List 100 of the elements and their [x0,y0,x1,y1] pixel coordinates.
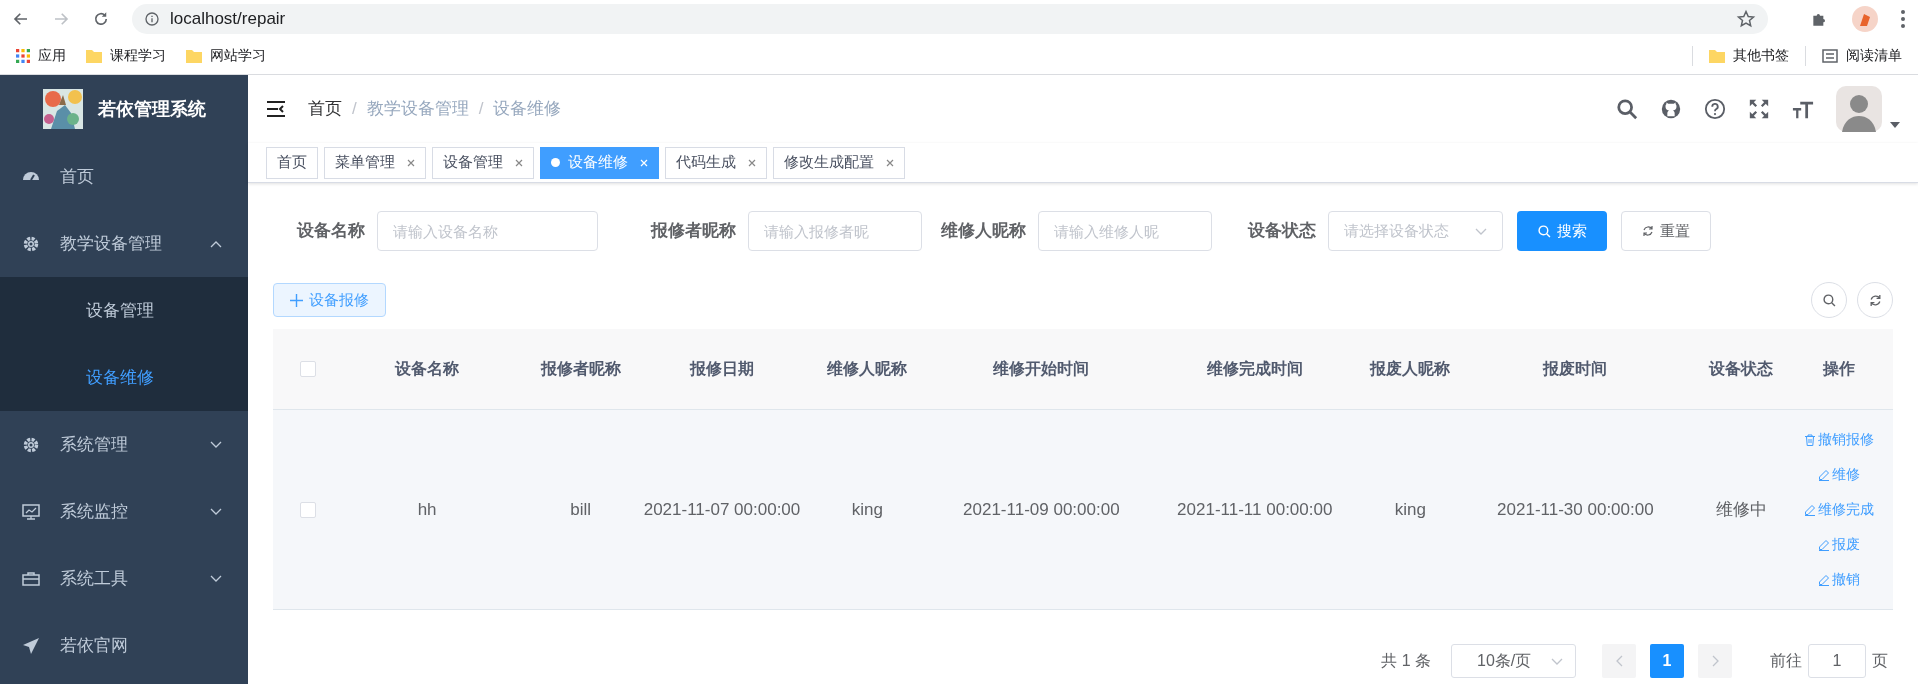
breadcrumb-item: 设备维修 [493,98,562,121]
sidebar-item[interactable]: 教学设备管理 [0,210,248,277]
tab[interactable]: 菜单管理 [324,146,426,179]
table-cell-text: 2021-11-11 00:00:00 [1177,498,1333,521]
folder-icon [186,48,202,63]
breadcrumb-item: 教学设备管理 [366,98,469,121]
table-cell-text: 2021-11-30 00:00:00 [1497,498,1654,521]
sidebar-item[interactable]: 系统管理 [0,411,248,478]
input-field[interactable]: 请输入维修人昵 [1038,211,1212,251]
tab[interactable]: 设备管理 [432,146,534,179]
bookmark[interactable]: 应用 [16,45,66,66]
plus-icon [290,293,303,307]
fullscreen-icon[interactable] [1748,98,1770,120]
folder-icon [1709,48,1725,63]
column-header: 维修开始时间 [993,359,1090,379]
toolbox-icon [22,569,40,588]
column-header: 维修完成时间 [1206,359,1303,379]
table-cell-text: 2021-11-07 00:00:00 [643,498,801,521]
star-icon[interactable] [1736,8,1756,29]
column-header: 设备状态 [1709,359,1774,379]
chevron-left-icon [1615,655,1623,667]
table-cell-text: king [851,498,883,521]
close-icon [748,158,756,167]
chevron-icon [210,440,222,449]
chevron-right-icon [1711,655,1719,667]
breadcrumb-item[interactable]: 首页 [308,96,342,122]
close-icon [407,158,415,167]
page-input[interactable]: 1 [1808,644,1866,678]
refresh-icon [1868,293,1882,307]
chevron-icon [1551,657,1563,665]
column-header: 操作 [1823,359,1856,379]
menu-icon[interactable] [266,101,286,117]
tab[interactable]: 修改生成配置 [773,146,905,179]
field-label: 维修人昵称 [940,220,1027,243]
bookmark[interactable]: 网站学习 [186,45,266,66]
reading-list-icon [1822,48,1838,63]
sidebar-item[interactable]: 首页 [0,143,248,210]
table-cell-text: 2021-11-09 00:00:00 [963,498,1120,521]
field-label: 设备状态 [1246,220,1317,243]
column-header: 报修日期 [689,359,754,379]
sidebar-item[interactable]: 设备维修 [0,344,248,411]
sidebar-item[interactable]: 设备管理 [0,277,248,344]
tab[interactable]: 代码生成 [665,146,767,179]
user-avatar[interactable] [1836,86,1882,132]
info-icon [144,10,160,27]
input-field[interactable]: 请输入报修者昵 [748,211,922,251]
column-header: 维修人昵称 [827,359,907,379]
checkbox[interactable] [299,361,316,377]
tab[interactable]: 首页 [266,146,318,179]
column-header: 设备名称 [395,359,460,379]
page-size-select[interactable]: 10条/页 [1451,644,1576,678]
sidebar-item[interactable]: 若依官网 [0,612,248,679]
table-cell-text: hh [417,498,437,521]
bookmark[interactable]: 课程学习 [86,45,166,66]
search-icon[interactable] [1616,98,1638,120]
column-header: 报废人昵称 [1370,359,1451,379]
menu-icon[interactable] [1900,8,1906,29]
monitor-icon [22,502,40,521]
total-count: 共 1 条 [1381,651,1431,671]
table-cell-text: 维修中 [1715,498,1767,521]
chevron-icon [210,574,222,583]
gear-icon [22,435,40,454]
folder-icon [86,48,102,63]
pencil-icon [1804,503,1817,516]
sidebar-item[interactable]: 系统工具 [0,545,248,612]
bookmark[interactable]: 其他书签 [1709,45,1789,66]
column-header: 报废时间 [1543,359,1608,379]
pencil-icon [1818,573,1831,586]
column-header: 报修者昵称 [540,359,621,379]
close-icon [640,158,648,167]
help-icon[interactable] [1704,98,1726,120]
chevron-icon [210,507,222,516]
goto-suffix: 页 [1872,651,1888,671]
pencil-icon [1818,538,1831,551]
table-row[interactable]: hh bill 2021-11-07 00:00:00 king 2021-11-09 00:00:00 2021-11-11 00:00:00 king 2021-11-30 00:00:00 维修中 撤销报修 维修 维修完成 报废 撤销 [273,410,1893,610]
apps-icon [16,48,30,63]
input-field[interactable]: 请输入设备名称 [377,211,598,251]
github-icon[interactable] [1660,98,1682,120]
address-bar[interactable]: localhost/repair [132,3,1768,34]
caret-icon[interactable] [1890,122,1900,128]
send-icon [22,636,40,655]
chevron-icon [210,239,222,248]
breadcrumb-separator: / [352,98,357,121]
close-icon [515,158,523,167]
close-icon [886,158,894,167]
gear-icon [22,234,40,253]
field-label: 报修者昵称 [649,220,737,243]
reset-button[interactable]: 重置 [1621,211,1711,251]
refresh-icon [1642,225,1654,237]
sidebar-item[interactable]: 系统监控 [0,478,248,545]
table-cell-text: bill [570,498,592,521]
bookmark[interactable]: 阅读清单 [1822,45,1902,66]
breadcrumb-separator: / [478,98,484,121]
pencil-icon [1818,468,1831,481]
search-icon [1822,293,1836,307]
url-text: localhost/repair [170,7,287,30]
table-cell-text: king [1394,498,1426,521]
search-icon [1537,224,1551,238]
profile-avatar[interactable] [1852,5,1878,32]
checkbox[interactable] [299,501,316,518]
